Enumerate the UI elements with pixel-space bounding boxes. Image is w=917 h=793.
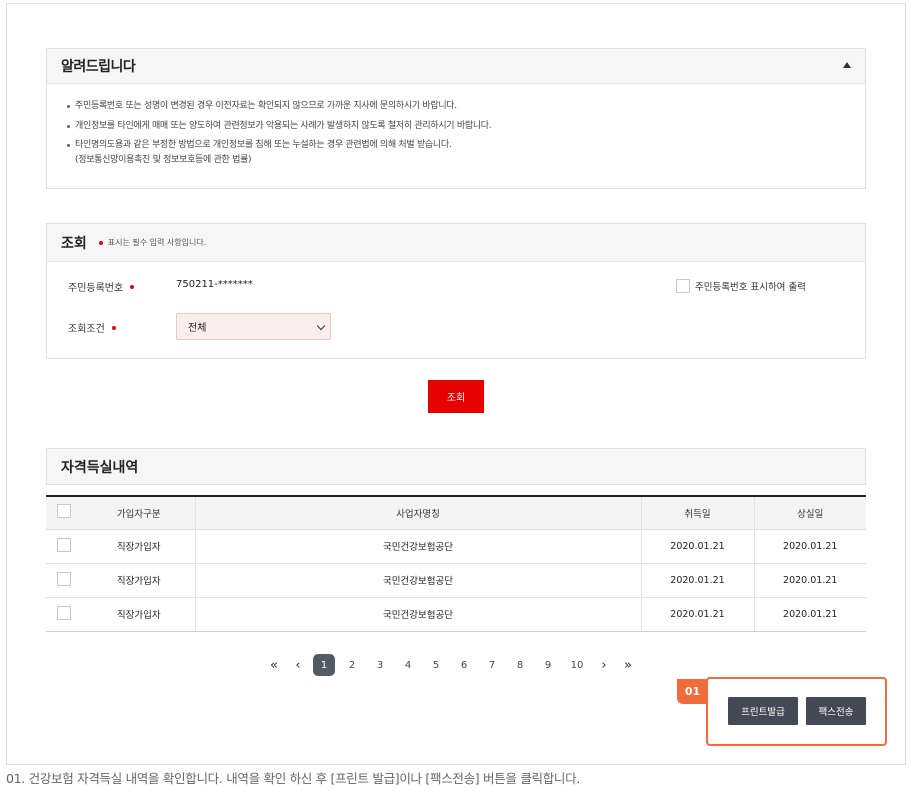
required-dot-icon bbox=[98, 240, 103, 245]
required-hint-text: 표시는 필수 입력 사항입니다. bbox=[107, 238, 207, 247]
type-cell: 직장가입자 bbox=[83, 563, 195, 598]
history-title: 자격득실내역 bbox=[61, 459, 139, 476]
table-row: 직장가입자 국민건강보험공단 2020.01.21 2020.01.21 bbox=[46, 597, 866, 632]
ssn-value: 750211-******* bbox=[176, 279, 253, 290]
prev-page-icon[interactable]: ‹ bbox=[286, 654, 310, 676]
condition-select-value: 전체 bbox=[188, 323, 207, 334]
column-header: 사업자명칭 bbox=[194, 496, 642, 530]
table-row: 직장가입자 국민건강보험공단 2020.01.21 2020.01.21 bbox=[46, 563, 866, 598]
fax-button[interactable]: 팩스전송 bbox=[806, 697, 866, 725]
page-number: 1 bbox=[313, 654, 335, 676]
step-tag: 01 bbox=[677, 679, 708, 704]
instruction-caption: 01. 건강보험 자격득실 내역을 확인합니다. 내역을 확인 하신 후 [프린… bbox=[6, 771, 580, 786]
page-link[interactable]: 4 bbox=[394, 654, 422, 676]
table-row: 직장가입자 국민건강보험공단 2020.01.21 2020.01.21 bbox=[46, 529, 866, 564]
condition-label: 조회조건 bbox=[68, 324, 105, 335]
notice-body: 주민등록번호 또는 성명이 변경된 경우 이전자료는 확인되지 않으므로 가까운… bbox=[47, 84, 865, 170]
history-header: 자격득실내역 bbox=[46, 448, 866, 485]
ssn-label-wrap: 주민등록번호 bbox=[68, 279, 135, 294]
first-page-icon[interactable]: « bbox=[262, 654, 286, 676]
name-cell: 국민건강보험공단 bbox=[194, 597, 642, 632]
query-button[interactable]: 조회 bbox=[428, 380, 484, 413]
page-link[interactable]: 9 bbox=[534, 654, 562, 676]
notice-line: 주민등록번호 또는 성명이 변경된 경우 이전자료는 확인되지 않으므로 가까운… bbox=[67, 97, 849, 117]
notice-line: 타인명의도용과 같은 부정한 방법으로 개인정보를 침해 또는 누설하는 경우 … bbox=[67, 136, 849, 156]
row-check-cell bbox=[46, 563, 83, 598]
type-cell: 직장가입자 bbox=[83, 597, 195, 632]
name-cell: 국민건강보험공단 bbox=[194, 563, 642, 598]
ssn-label: 주민등록번호 bbox=[68, 283, 124, 294]
type-cell: 직장가입자 bbox=[83, 529, 195, 564]
select-all-cell bbox=[46, 496, 83, 530]
page-link[interactable]: 10 bbox=[562, 654, 592, 676]
required-dot-icon bbox=[111, 325, 116, 330]
page-link[interactable]: 3 bbox=[366, 654, 394, 676]
notice-title: 알려드립니다 bbox=[61, 59, 136, 75]
lost-cell: 2020.01.21 bbox=[753, 563, 866, 598]
acquired-cell: 2020.01.21 bbox=[641, 529, 754, 564]
notice-line: 개인정보를 타인에게 매매 또는 양도하여 관련정보가 악용되는 사례가 발생하… bbox=[67, 117, 849, 137]
pagination: « ‹ 1 2 3 4 5 6 7 8 9 10 › » bbox=[262, 654, 640, 676]
condition-select[interactable]: 전체 bbox=[176, 313, 331, 340]
page-link[interactable]: 2 bbox=[338, 654, 366, 676]
notice-panel: 알려드립니다 주민등록번호 또는 성명이 변경된 경우 이전자료는 확인되지 않… bbox=[46, 48, 866, 189]
lost-cell: 2020.01.21 bbox=[753, 529, 866, 564]
notice-header: 알려드립니다 bbox=[47, 49, 865, 84]
show-ssn-checkbox[interactable] bbox=[676, 279, 690, 293]
last-page-icon[interactable]: » bbox=[616, 654, 640, 676]
history-table: 가입자구분 사업자명칭 취득일 상실일 직장가입자 국민건강보험공단 2020.… bbox=[46, 495, 866, 632]
search-title: 조회 bbox=[61, 235, 87, 252]
column-header: 상실일 bbox=[753, 496, 866, 530]
chevron-down-icon bbox=[316, 321, 326, 331]
print-button[interactable]: 프린트발급 bbox=[728, 697, 798, 725]
next-page-icon[interactable]: › bbox=[592, 654, 616, 676]
row-checkbox[interactable] bbox=[57, 605, 71, 620]
column-header: 취득일 bbox=[641, 496, 754, 530]
page-link[interactable]: 5 bbox=[422, 654, 450, 676]
table-header-row: 가입자구분 사업자명칭 취득일 상실일 bbox=[46, 496, 866, 530]
lost-cell: 2020.01.21 bbox=[753, 597, 866, 632]
search-header: 조회 표시는 필수 입력 사항입니다. bbox=[47, 224, 865, 262]
show-ssn-option[interactable]: 주민등록번호 표시하여 출력 bbox=[676, 279, 806, 293]
show-ssn-label: 주민등록번호 표시하여 출력 bbox=[695, 282, 806, 293]
row-checkbox[interactable] bbox=[57, 571, 71, 586]
condition-label-wrap: 조회조건 bbox=[68, 320, 116, 335]
page-link[interactable]: 7 bbox=[478, 654, 506, 676]
acquired-cell: 2020.01.21 bbox=[641, 563, 754, 598]
required-hint: 표시는 필수 입력 사항입니다. bbox=[98, 237, 207, 248]
row-check-cell bbox=[46, 597, 83, 632]
row-checkbox[interactable] bbox=[57, 537, 71, 552]
row-check-cell bbox=[46, 529, 83, 564]
column-header: 가입자구분 bbox=[83, 496, 195, 530]
select-all-checkbox[interactable] bbox=[57, 504, 71, 519]
name-cell: 국민건강보험공단 bbox=[194, 529, 642, 564]
page-link[interactable]: 6 bbox=[450, 654, 478, 676]
required-dot-icon bbox=[130, 284, 135, 289]
acquired-cell: 2020.01.21 bbox=[641, 597, 754, 632]
page-link[interactable]: 8 bbox=[506, 654, 534, 676]
search-panel: 조회 표시는 필수 입력 사항입니다. 주민등록번호 750211-******… bbox=[46, 223, 866, 359]
page-link-current[interactable]: 1 bbox=[310, 654, 338, 676]
chevron-up-icon[interactable] bbox=[843, 62, 851, 68]
